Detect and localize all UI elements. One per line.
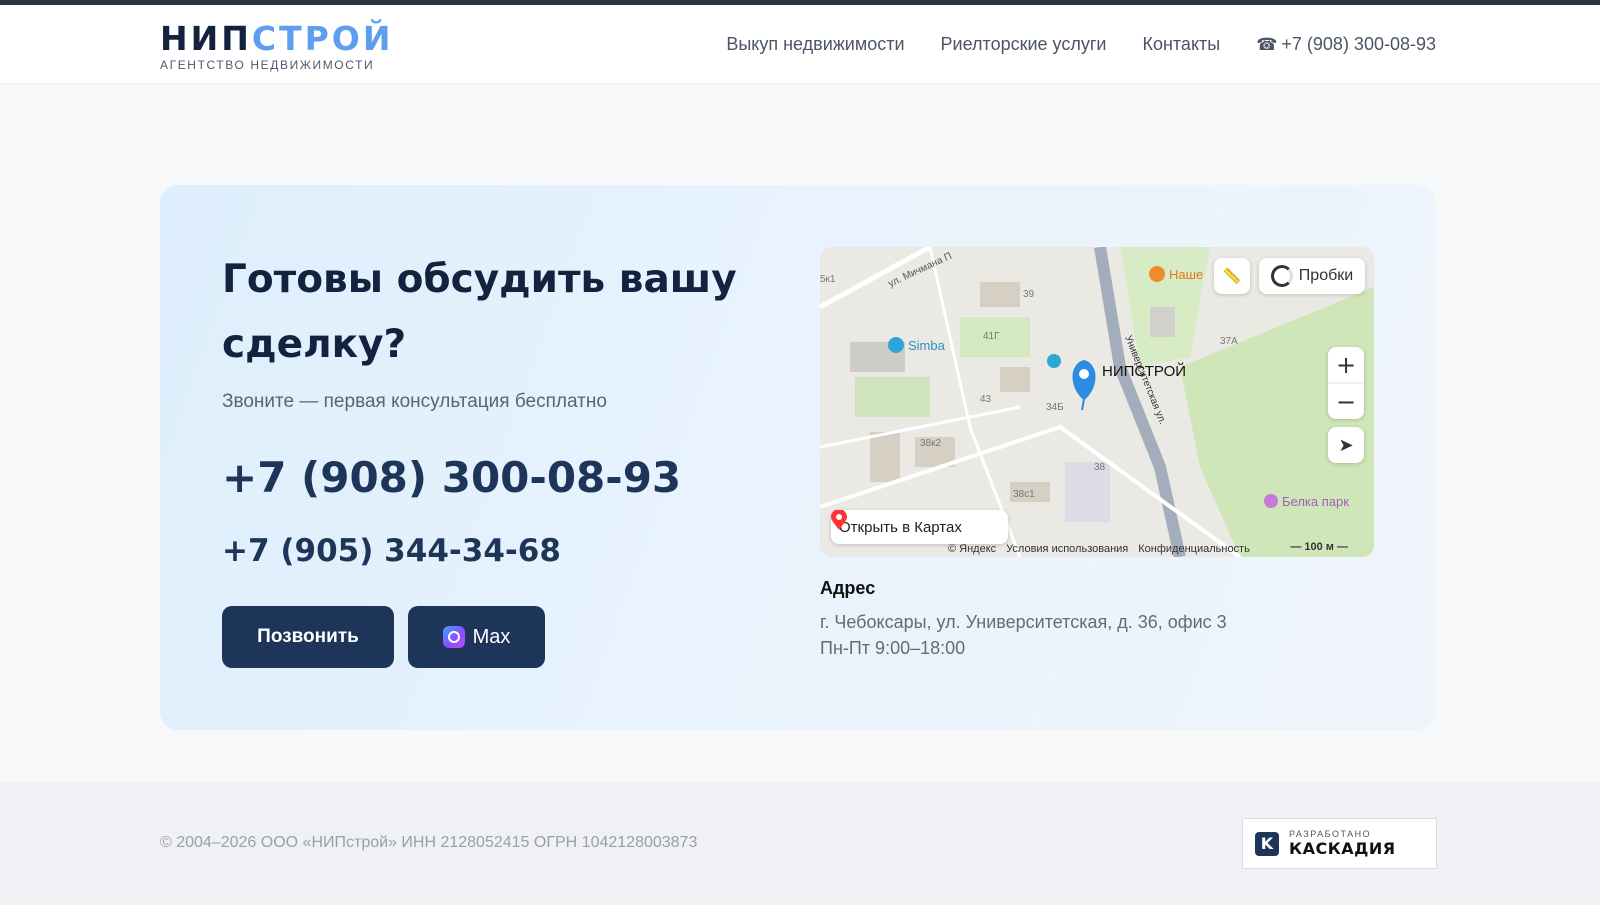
kaskadiya-logo-icon: K xyxy=(1255,831,1279,856)
park-icon xyxy=(1264,494,1278,508)
building-number: 34Б xyxy=(1046,402,1064,413)
traffic-button[interactable]: Пробки xyxy=(1259,258,1365,294)
nav-realtor-services[interactable]: Риелторские услуги xyxy=(941,34,1107,55)
nav-contacts[interactable]: Контакты xyxy=(1142,34,1220,55)
logo-part-blue: СТРОЙ xyxy=(251,19,394,58)
open-in-maps-button[interactable]: Открыть в Картах xyxy=(831,510,1008,544)
building-number: 38с1 xyxy=(1013,489,1035,500)
developer-name: КАСКАДИЯ xyxy=(1289,839,1396,858)
phone-main-link[interactable]: +7 (908) 300-08-93 xyxy=(222,453,681,502)
poi-belka-park: Белка парк xyxy=(1282,494,1349,509)
nav-buyout[interactable]: Выкуп недвижимости xyxy=(726,34,904,55)
call-button[interactable]: Позвонить xyxy=(222,606,394,668)
contact-subtitle: Звоните — первая консультация бесплатно xyxy=(222,391,607,412)
address-block: г. Чебоксары, ул. Университетская, д. 36… xyxy=(820,609,1227,661)
yandex-copyright: © Яндекс xyxy=(948,543,997,555)
yandex-map[interactable]: ул. Мичмана П Университетская ул. 5к1 39… xyxy=(820,247,1374,557)
main-nav: Выкуп недвижимости Риелторские услуги Ко… xyxy=(726,5,1436,84)
max-icon xyxy=(442,626,465,648)
contact-title: Готовы обсудить вашу сделку? xyxy=(222,257,737,367)
zoom-out-button[interactable]: − xyxy=(1328,383,1364,419)
developer-badge[interactable]: K РАЗРАБОТАНО КАСКАДИЯ xyxy=(1242,818,1437,869)
developer-text: РАЗРАБОТАНО КАСКАДИЯ xyxy=(1289,829,1396,858)
building-number: 38к2 xyxy=(920,438,941,449)
marker-label: НИПСТРОЙ xyxy=(1102,362,1186,380)
max-messenger-button[interactable]: Max xyxy=(408,606,545,668)
privacy-link[interactable]: Конфиденциальность xyxy=(1138,543,1250,555)
phone-secondary-link[interactable]: +7 (905) 344-34-68 xyxy=(222,533,561,569)
traffic-icon xyxy=(1270,265,1293,287)
building-number: 38 xyxy=(1094,462,1106,473)
shop-icon xyxy=(1047,354,1061,368)
phone-icon: ☎ xyxy=(1256,34,1278,54)
traffic-label: Пробки xyxy=(1298,267,1354,284)
logo-part-dark: НИП xyxy=(160,19,252,58)
nav-phone-number: +7 (908) 300-08-93 xyxy=(1281,34,1436,54)
building-number: 41Г xyxy=(983,331,1000,342)
pet-shop-icon xyxy=(888,337,904,353)
developer-label: РАЗРАБОТАНО xyxy=(1289,829,1372,839)
logo[interactable]: НИПСТРОЙ АГЕНТСТВО НЕДВИЖИМОСТИ xyxy=(160,21,393,73)
terms-link[interactable]: Условия использования xyxy=(1006,543,1128,555)
building-number: 43 xyxy=(980,394,992,405)
copyright-text: © 2004–2026 ООО «НИПстрой» ИНН 212805241… xyxy=(160,834,698,851)
working-hours: Пн-Пт 9:00–18:00 xyxy=(820,638,966,658)
poi-simba: Simba xyxy=(908,338,946,353)
site-footer: © 2004–2026 ООО «НИПстрой» ИНН 212805241… xyxy=(0,783,1600,905)
building-number: 5к1 xyxy=(820,274,836,285)
building-number: 37А xyxy=(1220,336,1238,347)
address-label: Адрес xyxy=(820,578,876,598)
max-button-label: Max xyxy=(472,625,511,648)
open-maps-label: Открыть в Картах xyxy=(839,518,962,536)
zoom-in-button[interactable]: + xyxy=(1328,347,1364,383)
ruler-icon[interactable]: 📏 xyxy=(1214,258,1250,294)
address-line: г. Чебоксары, ул. Университетская, д. 36… xyxy=(820,612,1227,632)
locate-icon[interactable]: ➤ xyxy=(1328,427,1364,463)
contact-card: Готовы обсудить вашу сделку? Звоните — п… xyxy=(160,185,1436,730)
building-number: 39 xyxy=(1023,289,1035,300)
map-pin-icon xyxy=(831,510,847,530)
map-scale: — 100 м — xyxy=(1290,541,1348,553)
map-footer: © Яндекс Условия использования Конфиденц… xyxy=(948,543,1250,555)
logo-subtitle: АГЕНТСТВО НЕДВИЖИМОСТИ xyxy=(160,58,375,72)
logo-wordmark: НИПСТРОЙ xyxy=(160,21,393,57)
nav-phone-link[interactable]: ☎ +7 (908) 300-08-93 xyxy=(1256,34,1436,55)
cafe-icon xyxy=(1149,266,1165,282)
poi-nashe: Наше xyxy=(1169,267,1203,282)
